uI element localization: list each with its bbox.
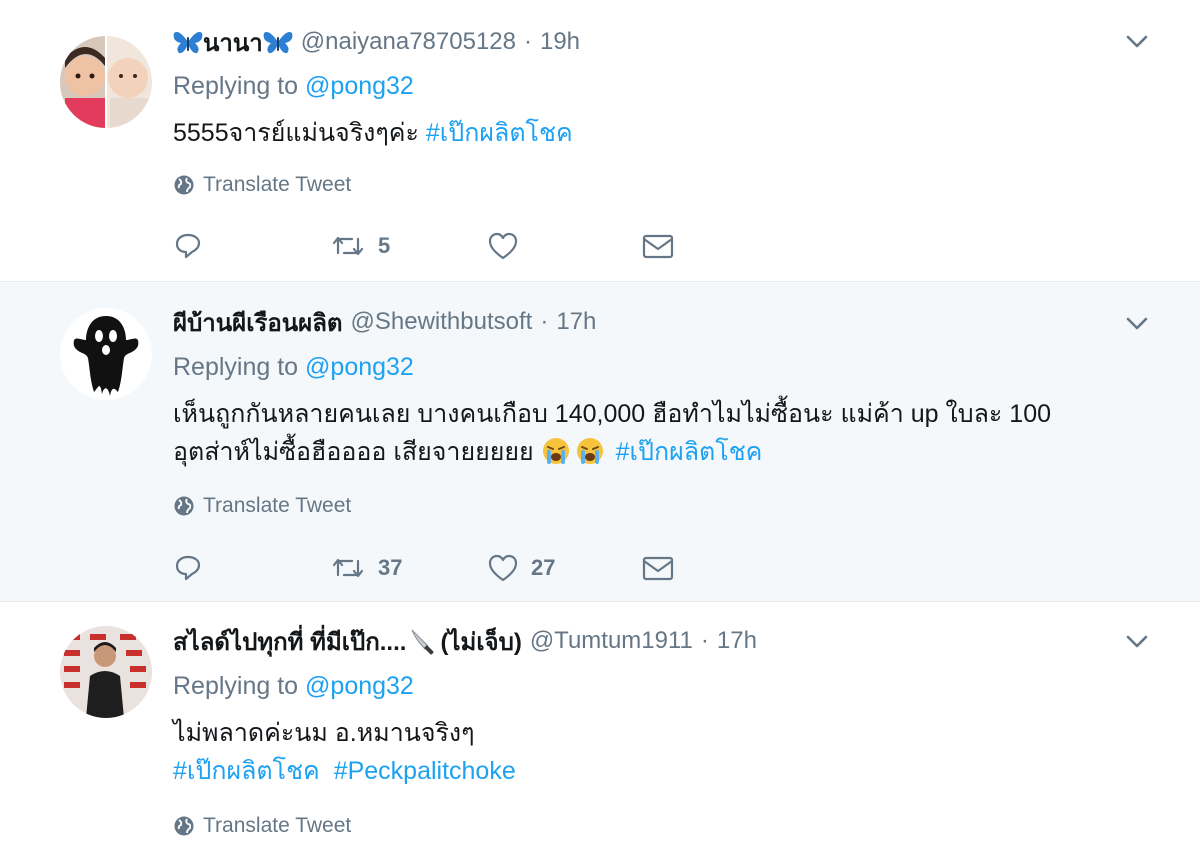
butterfly-icon	[263, 29, 293, 55]
tweet-text: ไม่พลาดค่ะนม อ.หมานจริงๆ #เป๊กผลิตโชค #P…	[173, 714, 516, 790]
replying-to: Replying to @pong32	[173, 353, 414, 382]
replying-to: Replying to @pong32	[173, 72, 414, 101]
display-name[interactable]: นานา	[203, 23, 263, 62]
tweet-text-line: อุตส่าห์ไม่ซื้อฮืออออ เสียจายยยยย	[173, 438, 534, 466]
timestamp[interactable]: 17h	[717, 627, 757, 655]
display-name-suffix[interactable]: (ไม่เจ็บ)	[440, 622, 521, 661]
globe-icon	[174, 816, 194, 836]
separator: ·	[523, 28, 532, 55]
reply-icon	[175, 233, 201, 259]
replying-to: Replying to @pong32	[173, 672, 414, 701]
tweet-header: ผีบ้านผีเรือนผลิต @Shewithbutsoft · 17h	[173, 306, 596, 338]
tweet-text: เห็นถูกกันหลายคนเลย บางคนเกือบ 140,000 ฮ…	[173, 395, 1051, 471]
like-count: 27	[531, 555, 556, 580]
mention-link[interactable]: @pong32	[305, 72, 414, 100]
retweet-icon	[332, 236, 364, 256]
chevron-down-icon[interactable]	[1124, 28, 1150, 54]
translate-tweet[interactable]: Translate Tweet	[173, 494, 351, 518]
direct-message-button[interactable]	[641, 553, 675, 583]
chevron-down-icon[interactable]	[1124, 310, 1150, 336]
tweet-text-line: เห็นถูกกันหลายคนเลย บางคนเกือบ 140,000 ฮ…	[173, 400, 1052, 428]
loudly-crying-face-icon	[541, 436, 571, 466]
translate-label: Translate Tweet	[203, 173, 352, 196]
username[interactable]: @Shewithbutsoft	[351, 308, 533, 336]
tweet-header: สไลด์ไปทุกที่ ที่มีเป๊ก.... (ไม่เจ็บ) @T…	[173, 625, 757, 657]
direct-message-button[interactable]	[641, 231, 675, 261]
like-button[interactable]: 27	[487, 553, 641, 583]
separator: ·	[540, 308, 549, 335]
loudly-crying-face-icon	[575, 436, 605, 466]
timestamp[interactable]: 19h	[540, 28, 580, 56]
tweet-text-line: ไม่พลาดค่ะนม อ.หมานจริงๆ	[173, 719, 475, 747]
timestamp[interactable]: 17h	[556, 308, 596, 336]
avatar[interactable]	[60, 308, 152, 400]
mention-link[interactable]: @pong32	[305, 353, 414, 381]
tweet-header: นานา @naiyana78705128 · 19h	[173, 26, 580, 58]
mention-link[interactable]: @pong32	[305, 672, 414, 700]
butterfly-icon	[173, 29, 203, 55]
retweet-button[interactable]: 5	[330, 231, 487, 261]
tweet-actions: 37 27	[173, 548, 675, 588]
hashtag-link[interactable]: #เป๊กผลิตโชค	[426, 119, 573, 147]
avatar[interactable]	[60, 626, 152, 718]
kitchen-knife-icon	[408, 626, 438, 656]
username[interactable]: @Tumtum1911	[530, 627, 693, 655]
heart-icon	[488, 232, 518, 260]
separator: ·	[700, 627, 709, 654]
translate-label: Translate Tweet	[203, 494, 352, 517]
hashtag-link[interactable]: #เป๊กผลิตโชค	[173, 757, 320, 785]
replying-to-label: Replying to	[173, 72, 299, 100]
like-button[interactable]	[487, 231, 641, 261]
reply-button[interactable]	[173, 553, 330, 583]
reply-icon	[175, 555, 201, 581]
translate-tweet[interactable]: Translate Tweet	[173, 173, 351, 197]
display-name[interactable]: ผีบ้านผีเรือนผลิต	[173, 303, 343, 342]
retweet-icon	[332, 558, 364, 578]
envelope-icon	[642, 556, 674, 581]
tweet-actions: 5	[173, 226, 675, 266]
tweet[interactable]: สไลด์ไปทุกที่ ที่มีเป๊ก.... (ไม่เจ็บ) @T…	[0, 602, 1200, 846]
replying-to-label: Replying to	[173, 672, 299, 700]
tweet-feed: นานา @naiyana78705128 · 19h Replying to …	[0, 0, 1200, 846]
avatar[interactable]	[60, 36, 152, 128]
tweet-text-line: 5555จารย์แม่นจริงๆค่ะ	[173, 119, 419, 147]
chevron-down-icon[interactable]	[1124, 628, 1150, 654]
retweet-count: 5	[378, 233, 391, 258]
globe-icon	[174, 175, 194, 195]
reply-button[interactable]	[173, 231, 330, 261]
tweet[interactable]: ผีบ้านผีเรือนผลิต @Shewithbutsoft · 17h …	[0, 282, 1200, 602]
retweet-button[interactable]: 37	[330, 553, 487, 583]
translate-label: Translate Tweet	[203, 814, 352, 837]
translate-tweet[interactable]: Translate Tweet	[173, 814, 351, 838]
globe-icon	[174, 496, 194, 516]
hashtag-link[interactable]: #เป๊กผลิตโชค	[616, 438, 763, 466]
heart-icon	[488, 554, 518, 582]
username[interactable]: @naiyana78705128	[301, 28, 516, 56]
retweet-count: 37	[378, 555, 403, 580]
display-name[interactable]: สไลด์ไปทุกที่ ที่มีเป๊ก....	[173, 622, 406, 661]
hashtag-link[interactable]: #Peckpalitchoke	[334, 757, 516, 785]
tweet-text-line-2: อุตส่าห์ไม่ซื้อฮืออออ เสียจายยยยย #เป๊กผ…	[173, 433, 1051, 471]
tweet[interactable]: นานา @naiyana78705128 · 19h Replying to …	[0, 0, 1200, 282]
envelope-icon	[642, 234, 674, 259]
tweet-text: 5555จารย์แม่นจริงๆค่ะ #เป๊กผลิตโชค	[173, 114, 573, 152]
tweet-hashtags: #เป๊กผลิตโชค #Peckpalitchoke	[173, 752, 516, 790]
replying-to-label: Replying to	[173, 353, 299, 381]
